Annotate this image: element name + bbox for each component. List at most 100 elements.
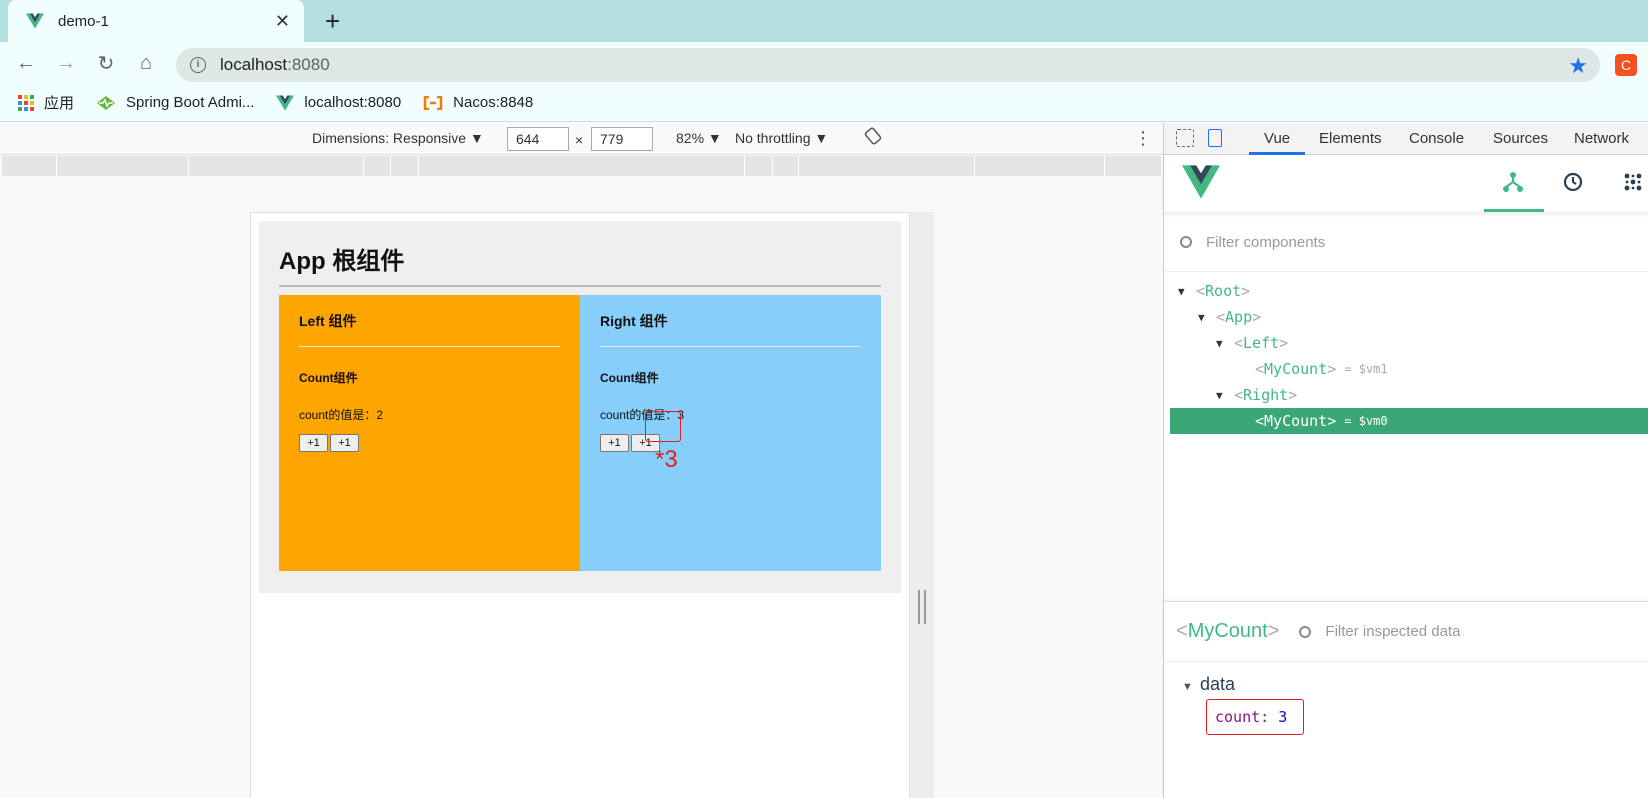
tab-console[interactable]: Console (1409, 130, 1464, 147)
tree-node-right[interactable]: ▼ < Right > (1164, 382, 1648, 408)
count-value-text: count的值是：3 (600, 408, 685, 422)
tab-elements[interactable]: Elements (1319, 130, 1382, 147)
expand-triangle-icon[interactable]: ▼ (1216, 389, 1234, 402)
bookmark-label: localhost:8080 (304, 94, 402, 111)
device-toolbar: Dimensions: Responsive ▼ 644 × 779 82% ▼… (0, 123, 1163, 155)
bookmark-nacos[interactable]: Nacos:8848 (423, 94, 533, 111)
expand-triangle-icon[interactable]: ▼ (1216, 337, 1234, 350)
device-toggle-icon[interactable] (1208, 129, 1222, 147)
right-heading: Right 组件 (600, 313, 668, 329)
devtools-tab-bar: Vue Elements Console Sources Network (1164, 123, 1648, 155)
url-host: localhost (220, 55, 288, 74)
forward-arrow-icon[interactable]: → (46, 52, 86, 75)
left-component: Left 组件 Count组件 count的值是：2 +1 +1 (279, 295, 580, 571)
rotate-icon[interactable] (864, 127, 882, 148)
button-row: +1 +1 (600, 434, 861, 452)
expand-triangle-icon[interactable]: ▼ (1178, 285, 1196, 298)
bookmark-star-icon[interactable]: ★ (1568, 53, 1588, 79)
vue-devtools-header (1164, 155, 1648, 213)
divider (279, 285, 881, 287)
times-sign: × (575, 132, 584, 148)
search-icon (1299, 625, 1312, 638)
history-icon[interactable] (1562, 171, 1584, 199)
tree-node-left[interactable]: ▼ < Left > (1164, 330, 1648, 356)
data-section-toggle[interactable]: ▼ data (1182, 674, 1235, 695)
expand-triangle-icon[interactable]: ▼ (1198, 311, 1216, 324)
inspector-header: <MyCount> Filter inspected data (1164, 602, 1648, 662)
throttling-select[interactable]: No throttling ▼ (735, 130, 828, 146)
data-count-row[interactable]: count: 3 (1206, 699, 1304, 735)
vue-logo-icon (26, 13, 44, 29)
inspect-element-icon[interactable] (1176, 129, 1194, 147)
nacos-icon (423, 95, 443, 110)
search-icon (1180, 236, 1192, 248)
tab-strip: demo-1 ✕ + (0, 0, 1648, 42)
vuex-dots-icon[interactable] (1622, 171, 1644, 199)
right-component: Right 组件 Count组件 count的值是：3 +1 +1 (580, 295, 881, 571)
left-heading: Left 组件 (299, 313, 357, 329)
bookmark-label: Spring Boot Admi... (126, 94, 255, 111)
count-heading: Count组件 (600, 371, 659, 385)
tab-sources[interactable]: Sources (1493, 130, 1548, 147)
browser-toolbar: ← → ↻ ⌂ i localhost:8080 ★ (0, 42, 1648, 84)
inspected-component-name: <MyCount> (1176, 620, 1280, 642)
width-input[interactable]: 644 (507, 127, 569, 151)
more-options-icon[interactable]: ⋮ (1134, 129, 1152, 147)
browser-tab[interactable]: demo-1 ✕ (8, 0, 304, 42)
device-emulation-area: Dimensions: Responsive ▼ 644 × 779 82% ▼… (0, 123, 1163, 798)
bookmark-apps[interactable]: 应用 (18, 92, 74, 113)
annotation-click-count: *3 (655, 446, 678, 473)
increment-button[interactable]: +1 (600, 434, 629, 452)
close-icon[interactable]: ✕ (275, 11, 290, 32)
resize-handle[interactable] (918, 590, 926, 624)
filter-inspected-data-input[interactable]: Filter inspected data (1325, 623, 1460, 640)
address-bar[interactable]: i localhost:8080 ★ (176, 48, 1600, 82)
count-heading: Count组件 (299, 371, 358, 385)
components-tree-icon[interactable] (1502, 171, 1524, 199)
bookmarks-bar: 应用 Spring Boot Admi... localhost:8080 Na… (0, 84, 1648, 122)
expand-triangle-icon[interactable]: ▼ (1182, 681, 1200, 693)
tree-node-mycount-vm0-selected[interactable]: < MyCount > = $vm0 (1170, 408, 1648, 434)
devtools-panel: Vue Elements Console Sources Network Fil… (1163, 123, 1648, 798)
component-boxes: Left 组件 Count组件 count的值是：2 +1 +1 Right 组… (279, 295, 881, 571)
home-icon[interactable]: ⌂ (126, 52, 166, 75)
info-icon[interactable]: i (190, 57, 206, 73)
vue-logo-icon (1182, 165, 1220, 199)
bookmark-spring-boot-admin[interactable]: Spring Boot Admi... (96, 94, 254, 111)
component-inspector: <MyCount> Filter inspected data ▼ data co… (1164, 601, 1648, 798)
emulated-viewport: App 根组件 Left 组件 Count组件 count的值是：2 +1 +1… (250, 212, 910, 798)
app-root-component: App 根组件 Left 组件 Count组件 count的值是：2 +1 +1… (259, 221, 901, 593)
tree-node-root[interactable]: ▼ < Root > (1164, 278, 1648, 304)
tree-node-app[interactable]: ▼ < App > (1164, 304, 1648, 330)
vue-logo-icon (276, 95, 295, 111)
count-value-text: count的值是：2 (299, 408, 384, 422)
inspector-filter[interactable]: Filter inspected data (1299, 623, 1460, 640)
divider (600, 346, 861, 347)
bookmark-label: Nacos:8848 (453, 94, 534, 111)
height-input[interactable]: 779 (591, 127, 653, 151)
new-tab-button[interactable]: + (325, 6, 340, 36)
url-port: :8080 (287, 55, 330, 74)
filter-components-input[interactable]: Filter components (1206, 234, 1325, 251)
reload-icon[interactable]: ↻ (86, 51, 126, 76)
tree-node-mycount-vm1[interactable]: < MyCount > = $vm1 (1164, 356, 1648, 382)
back-arrow-icon[interactable]: ← (6, 52, 46, 75)
viewport-resize-strip (910, 212, 934, 798)
annotation-highlight-box (645, 411, 681, 442)
apps-grid-icon (18, 94, 34, 111)
heartbeat-icon (96, 95, 116, 111)
button-row: +1 +1 (299, 434, 560, 452)
media-query-ruler (2, 156, 1161, 176)
bookmark-localhost[interactable]: localhost:8080 (276, 94, 401, 111)
dimensions-select[interactable]: Dimensions: Responsive ▼ (312, 130, 484, 146)
component-filter[interactable]: Filter components (1164, 213, 1648, 272)
increment-button[interactable]: +1 (299, 434, 328, 452)
divider (299, 346, 560, 347)
page-title: App 根组件 (279, 248, 405, 275)
increment-button[interactable]: +1 (330, 434, 359, 452)
tab-vue[interactable]: Vue (1264, 130, 1290, 147)
tab-network[interactable]: Network (1574, 130, 1629, 147)
extension-icon[interactable]: C (1615, 54, 1637, 76)
zoom-select[interactable]: 82% ▼ (676, 130, 722, 146)
active-section-indicator (1484, 209, 1544, 212)
